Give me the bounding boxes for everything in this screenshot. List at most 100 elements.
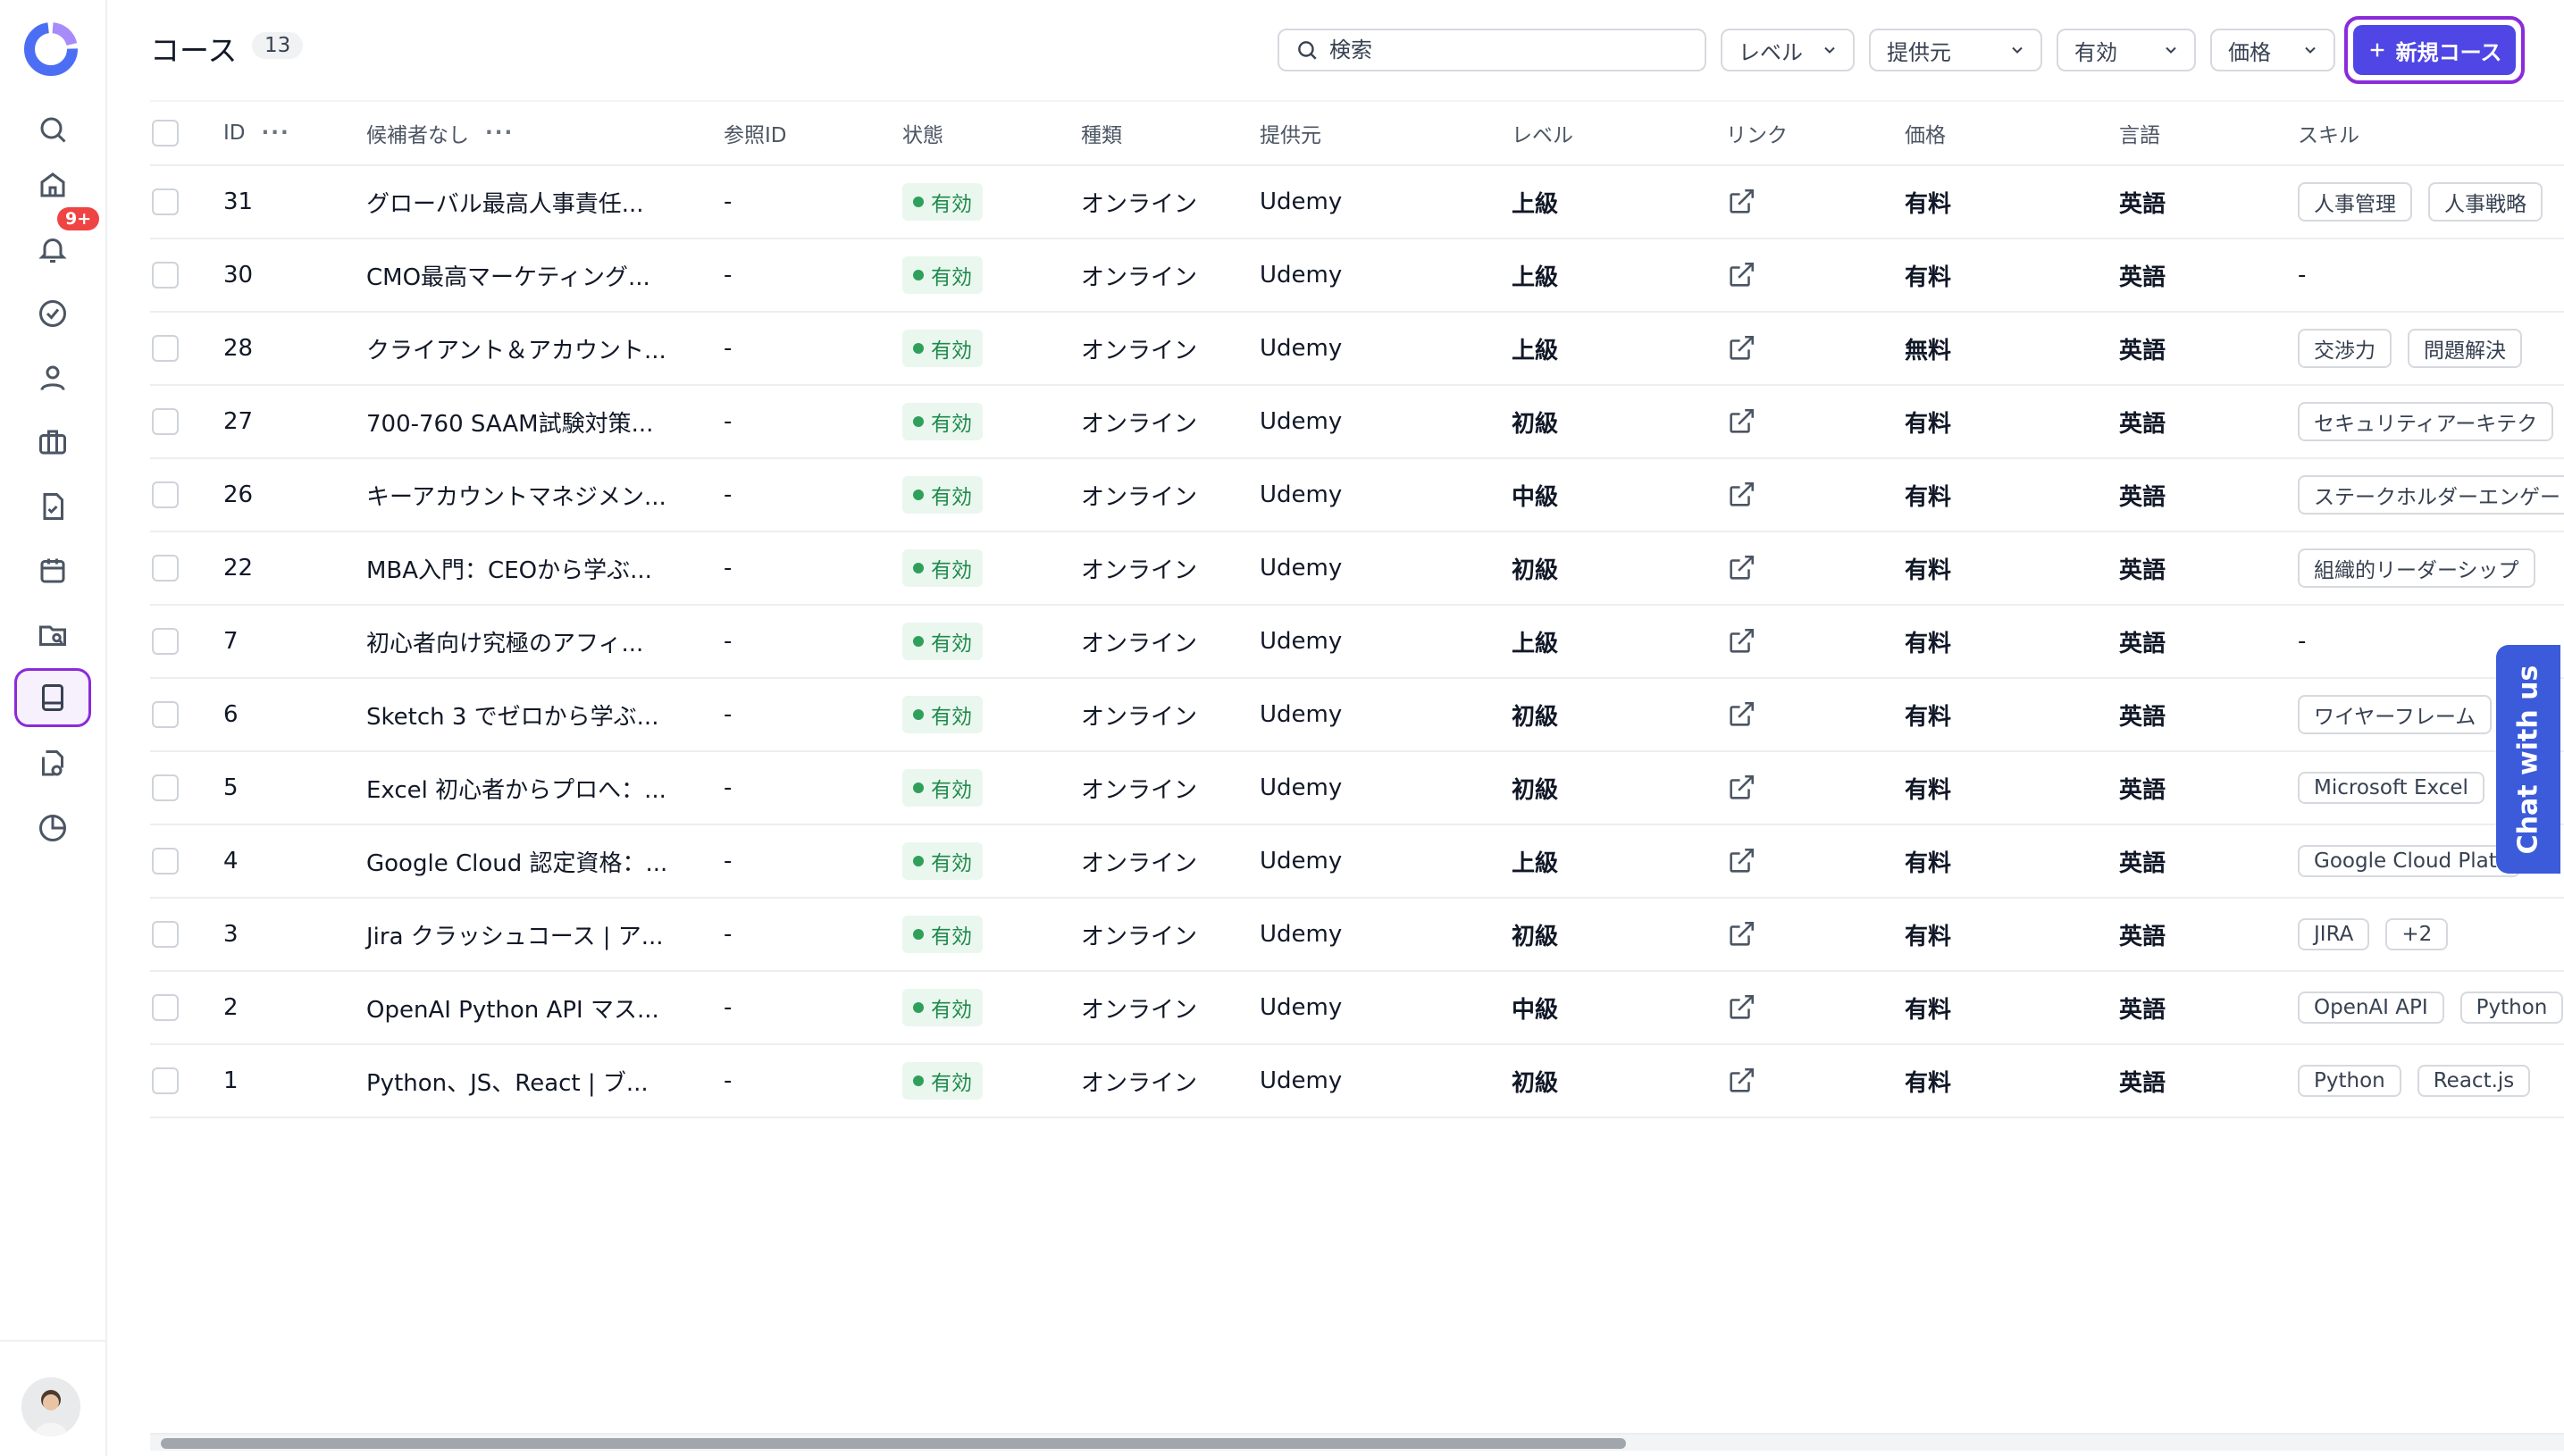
nav-certificate-icon[interactable] [14,734,91,793]
table-row[interactable]: 4 Google Cloud 認定資格：... - 有効 オンライン Udemy… [150,825,2564,899]
nav-folder-search-icon[interactable] [14,606,91,665]
column-header-type[interactable]: 種類 [1081,102,1122,164]
external-link-icon[interactable] [1726,480,1756,510]
course-name-link[interactable]: Jira クラッシュコース | ア... [366,899,664,970]
column-header-name[interactable]: 候補者なし ··· [366,102,514,164]
nav-reports-icon[interactable] [14,799,91,858]
course-name-link[interactable]: 700-760 SAAM試験対策... [366,386,653,457]
row-checkbox[interactable] [152,262,179,289]
table-row[interactable]: 28 クライアント＆アカウント... - 有効 オンライン Udemy 上級 無… [150,313,2564,386]
column-menu-icon[interactable]: ··· [485,121,514,145]
table-row[interactable]: 27 700-760 SAAM試験対策... - 有効 オンライン Udemy … [150,386,2564,459]
external-link-icon[interactable] [1726,553,1756,583]
course-name-link[interactable]: 初心者向け究極のアフィ... [366,606,643,677]
course-name-link[interactable]: クライアント＆アカウント... [366,313,666,384]
horizontal-scrollbar-thumb[interactable] [161,1438,1626,1449]
course-name-link[interactable]: CMO最高マーケティング... [366,239,650,311]
external-link-icon[interactable] [1726,919,1756,950]
course-name-link[interactable]: OpenAI Python API マス... [366,972,659,1043]
row-checkbox[interactable] [152,188,179,215]
course-name-link[interactable]: Python、JS、React | ブ... [366,1045,649,1117]
skill-tag[interactable]: Google Cloud Platf [2298,845,2520,877]
external-link-icon[interactable] [1726,187,1756,217]
skill-tag[interactable]: 人事管理 [2298,182,2412,222]
skill-tag[interactable]: Python [2459,992,2564,1024]
row-checkbox[interactable] [152,848,179,874]
column-header-level[interactable]: レベル [1512,102,1573,164]
skill-tag[interactable]: React.js [2417,1065,2531,1097]
table-row[interactable]: 31 グローバル最高人事責任... - 有効 オンライン Udemy 上級 有料… [150,166,2564,239]
course-name-link[interactable]: MBA入門：CEOから学ぶ... [366,532,652,604]
nav-search-icon[interactable] [14,100,91,159]
column-header-language[interactable]: 言語 [2119,102,2160,164]
table-row[interactable]: 26 キーアカウントマネジメン... - 有効 オンライン Udemy 中級 有… [150,459,2564,532]
nav-briefcase-icon[interactable] [14,413,91,472]
chat-with-us-button[interactable]: Chat with us [2496,645,2560,874]
nav-calendar-icon[interactable] [14,541,91,600]
nav-notifications-icon[interactable]: 9+ [14,207,100,279]
column-header-skills[interactable]: スキル [2298,102,2359,164]
external-link-icon[interactable] [1726,406,1756,437]
search-input[interactable] [1329,38,1687,63]
search-box[interactable] [1278,29,1706,71]
external-link-icon[interactable] [1726,1066,1756,1096]
course-name-link[interactable]: Google Cloud 認定資格：... [366,825,667,897]
horizontal-scrollbar[interactable] [150,1433,2564,1451]
column-header-provider[interactable]: 提供元 [1260,102,1321,164]
column-header-id[interactable]: ID ··· [223,102,290,164]
external-link-icon[interactable] [1726,846,1756,876]
nav-tasks-icon[interactable] [14,284,91,343]
filter-level-dropdown[interactable]: レベル [1721,29,1855,71]
column-header-ref[interactable]: 参照ID [724,102,787,164]
table-row[interactable]: 30 CMO最高マーケティング... - 有効 オンライン Udemy 上級 有… [150,239,2564,313]
row-checkbox[interactable] [152,1067,179,1094]
external-link-icon[interactable] [1726,333,1756,364]
row-checkbox[interactable] [152,921,179,948]
row-checkbox[interactable] [152,408,179,435]
row-checkbox[interactable] [152,628,179,655]
table-row[interactable]: 22 MBA入門：CEOから学ぶ... - 有効 オンライン Udemy 初級 … [150,532,2564,606]
row-checkbox[interactable] [152,555,179,582]
skill-tag[interactable]: 人事戦略 [2428,182,2543,222]
table-row[interactable]: 5 Excel 初心者からプロへ：... - 有効 オンライン Udemy 初級… [150,752,2564,825]
row-checkbox[interactable] [152,774,179,801]
skill-tag[interactable]: Microsoft Excel [2298,772,2484,804]
course-name-link[interactable]: キーアカウントマネジメン... [366,459,666,531]
filter-price-dropdown[interactable]: 価格 [2210,29,2335,71]
table-row[interactable]: 3 Jira クラッシュコース | ア... - 有効 オンライン Udemy … [150,899,2564,972]
skill-tag[interactable]: セキュリティアーキテク [2298,402,2554,441]
row-checkbox[interactable] [152,335,179,362]
nav-document-check-icon[interactable] [14,477,91,536]
nav-courses-icon[interactable] [14,668,91,727]
course-name-link[interactable]: グローバル最高人事責任... [366,166,644,238]
skill-tag[interactable]: OpenAI API [2298,992,2444,1024]
filter-provider-dropdown[interactable]: 提供元 [1869,29,2042,71]
external-link-icon[interactable] [1726,260,1756,290]
row-checkbox[interactable] [152,701,179,728]
nav-user-icon[interactable] [14,348,91,407]
external-link-icon[interactable] [1726,626,1756,657]
filter-active-dropdown[interactable]: 有効 [2057,29,2196,71]
table-row[interactable]: 7 初心者向け究極のアフィ... - 有効 オンライン Udemy 上級 有料 … [150,606,2564,679]
external-link-icon[interactable] [1726,699,1756,730]
column-header-link[interactable]: リンク [1726,102,1788,164]
avatar[interactable] [21,1377,80,1436]
table-row[interactable]: 1 Python、JS、React | ブ... - 有効 オンライン Udem… [150,1045,2564,1118]
row-checkbox[interactable] [152,994,179,1021]
column-menu-icon[interactable]: ··· [262,121,290,145]
skill-tag[interactable]: JIRA [2298,918,2370,950]
skill-tag[interactable]: +2 [2385,918,2449,950]
column-header-price[interactable]: 価格 [1905,102,1946,164]
table-row[interactable]: 6 Sketch 3 でゼロから学ぶ... - 有効 オンライン Udemy 初… [150,679,2564,752]
skill-tag[interactable]: ワイヤーフレーム [2298,695,2493,734]
select-all-checkbox[interactable] [152,120,179,146]
skill-tag[interactable]: ステークホルダーエンゲー [2298,475,2564,515]
skill-tag[interactable]: Python [2298,1065,2401,1097]
table-row[interactable]: 2 OpenAI Python API マス... - 有効 オンライン Ude… [150,972,2564,1045]
app-logo-icon[interactable] [20,18,82,80]
skill-tag[interactable]: 問題解決 [2408,329,2522,368]
new-course-button[interactable]: 新規コース [2353,25,2516,75]
skill-tag[interactable]: 組織的リーダーシップ [2298,548,2535,588]
course-name-link[interactable]: Sketch 3 でゼロから学ぶ... [366,679,658,750]
course-name-link[interactable]: Excel 初心者からプロへ：... [366,752,666,824]
